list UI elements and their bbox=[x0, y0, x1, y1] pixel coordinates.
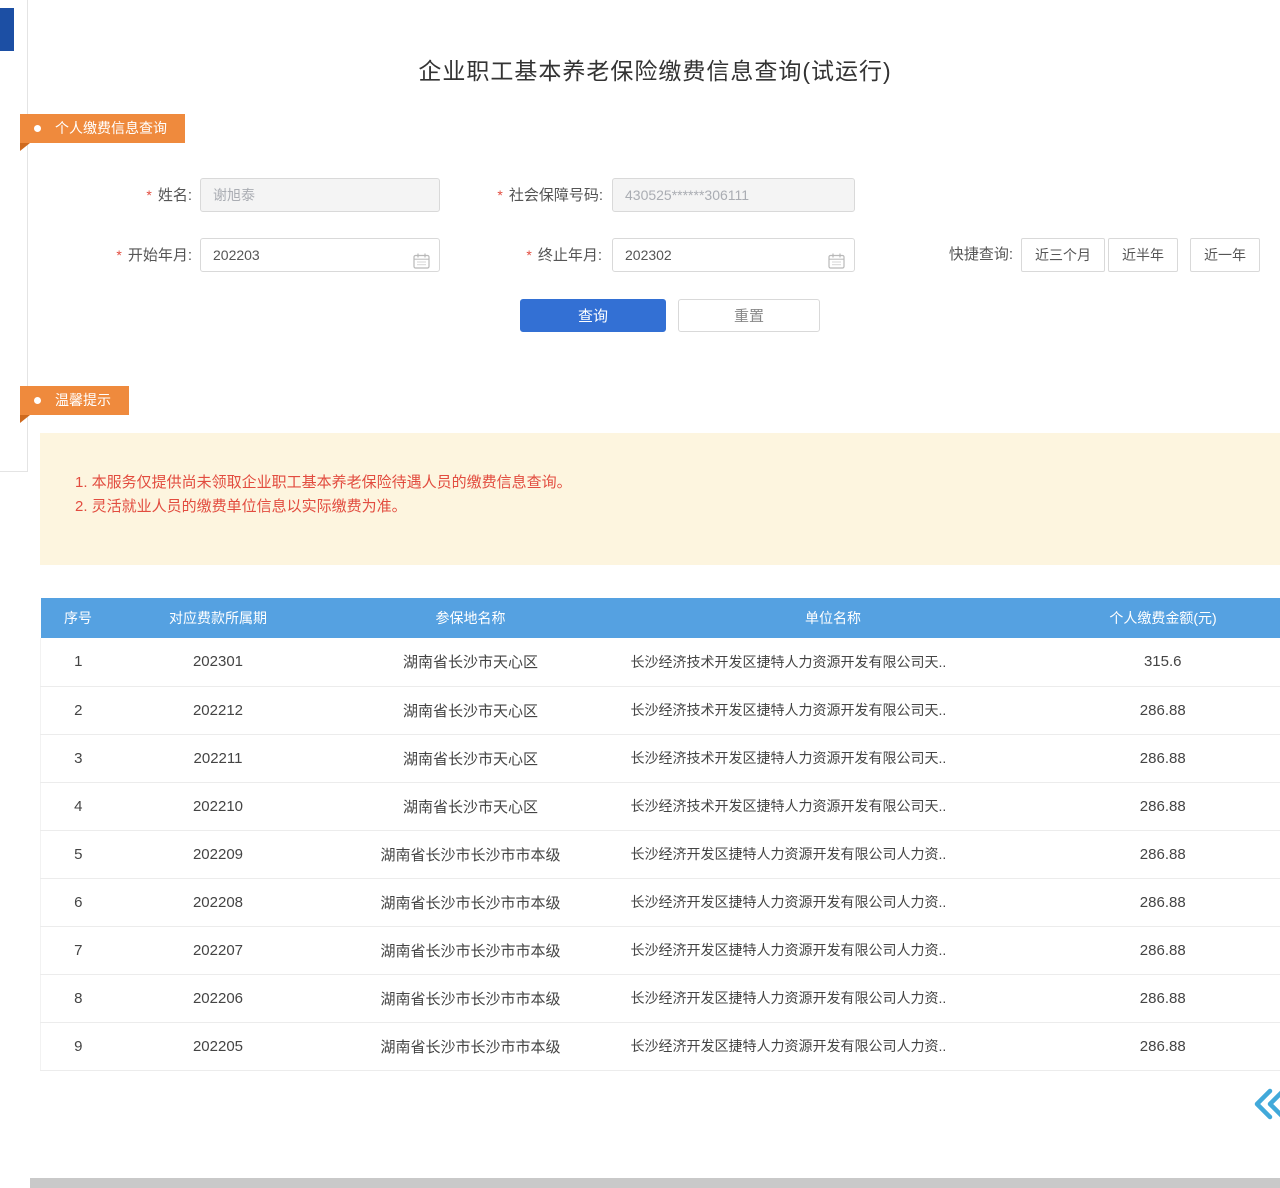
tip-line-1: 1. 本服务仅提供尚未领取企业职工基本养老保险待遇人员的缴费信息查询。 bbox=[75, 471, 572, 495]
horizontal-scrollbar[interactable] bbox=[30, 1178, 1280, 1188]
section-badge-query: 个人缴费信息查询 bbox=[20, 114, 185, 143]
table-cell: 长沙经济开发区捷特人力资源开发有限公司人力资.. bbox=[621, 926, 1046, 974]
calendar-icon[interactable] bbox=[828, 248, 845, 280]
table-cell: 202207 bbox=[116, 926, 321, 974]
corner-tab bbox=[0, 8, 14, 51]
col-seq: 序号 bbox=[41, 598, 116, 638]
col-employer: 单位名称 bbox=[621, 598, 1046, 638]
col-amount: 个人缴费金额(元) bbox=[1046, 598, 1280, 638]
quick-option-3months[interactable]: 近三个月 bbox=[1021, 238, 1105, 272]
quick-option-1year[interactable]: 近一年 bbox=[1190, 238, 1260, 272]
table-row: 4202210湖南省长沙市天心区长沙经济技术开发区捷特人力资源开发有限公司天..… bbox=[41, 782, 1280, 830]
tip-line-2: 2. 灵活就业人员的缴费单位信息以实际缴费为准。 bbox=[75, 495, 572, 519]
start-month-field[interactable]: 202203 bbox=[200, 238, 440, 272]
table-row: 3202211湖南省长沙市天心区长沙经济技术开发区捷特人力资源开发有限公司天..… bbox=[41, 734, 1280, 782]
table-cell: 湖南省长沙市天心区 bbox=[321, 782, 621, 830]
table-cell: 286.88 bbox=[1046, 686, 1280, 734]
table-cell: 长沙经济开发区捷特人力资源开发有限公司人力资.. bbox=[621, 830, 1046, 878]
section-badge-tips: 温馨提示 bbox=[20, 386, 129, 415]
table-row: 2202212湖南省长沙市天心区长沙经济技术开发区捷特人力资源开发有限公司天..… bbox=[41, 686, 1280, 734]
col-period: 对应费款所属期 bbox=[116, 598, 321, 638]
table-cell: 湖南省长沙市天心区 bbox=[321, 734, 621, 782]
table-cell: 315.6 bbox=[1046, 638, 1280, 686]
table-cell: 286.88 bbox=[1046, 782, 1280, 830]
table-cell: 长沙经济技术开发区捷特人力资源开发有限公司天.. bbox=[621, 686, 1046, 734]
table-cell: 286.88 bbox=[1046, 974, 1280, 1022]
table-cell: 长沙经济技术开发区捷特人力资源开发有限公司天.. bbox=[621, 782, 1046, 830]
payment-table: 序号 对应费款所属期 参保地名称 单位名称 个人缴费金额(元) 1202301湖… bbox=[40, 598, 1280, 1071]
table-cell: 8 bbox=[41, 974, 116, 1022]
table-cell: 长沙经济开发区捷特人力资源开发有限公司人力资.. bbox=[621, 878, 1046, 926]
table-cell: 2 bbox=[41, 686, 116, 734]
table-cell: 长沙经济开发区捷特人力资源开发有限公司人力资.. bbox=[621, 1022, 1046, 1070]
table-cell: 286.88 bbox=[1046, 878, 1280, 926]
table-cell: 湖南省长沙市天心区 bbox=[321, 686, 621, 734]
table-cell: 长沙经济开发区捷特人力资源开发有限公司人力资.. bbox=[621, 974, 1046, 1022]
table-row: 6202208湖南省长沙市长沙市市本级长沙经济开发区捷特人力资源开发有限公司人力… bbox=[41, 878, 1280, 926]
table-cell: 286.88 bbox=[1046, 926, 1280, 974]
table-cell: 湖南省长沙市长沙市市本级 bbox=[321, 878, 621, 926]
table-cell: 202212 bbox=[116, 686, 321, 734]
table-cell: 湖南省长沙市长沙市市本级 bbox=[321, 926, 621, 974]
reset-button[interactable]: 重置 bbox=[678, 299, 820, 332]
table-row: 9202205湖南省长沙市长沙市市本级长沙经济开发区捷特人力资源开发有限公司人力… bbox=[41, 1022, 1280, 1070]
required-mark: * bbox=[526, 247, 531, 263]
table-cell: 7 bbox=[41, 926, 116, 974]
section-badge-query-label: 个人缴费信息查询 bbox=[55, 114, 167, 143]
section-badge-tips-label: 温馨提示 bbox=[55, 386, 111, 415]
table-cell: 3 bbox=[41, 734, 116, 782]
name-label: *姓名: bbox=[100, 178, 192, 212]
end-month-label: *终止年月: bbox=[490, 238, 602, 272]
quick-option-halfyear[interactable]: 近半年 bbox=[1108, 238, 1178, 272]
table-row: 5202209湖南省长沙市长沙市市本级长沙经济开发区捷特人力资源开发有限公司人力… bbox=[41, 830, 1280, 878]
table-cell: 202209 bbox=[116, 830, 321, 878]
table-cell: 长沙经济技术开发区捷特人力资源开发有限公司天.. bbox=[621, 638, 1046, 686]
query-button[interactable]: 查询 bbox=[520, 299, 666, 332]
table-cell: 湖南省长沙市长沙市市本级 bbox=[321, 830, 621, 878]
tips-notice-box: 1. 本服务仅提供尚未领取企业职工基本养老保险待遇人员的缴费信息查询。 2. 灵… bbox=[40, 433, 1280, 565]
table-cell: 202210 bbox=[116, 782, 321, 830]
col-insured-place: 参保地名称 bbox=[321, 598, 621, 638]
table-cell: 286.88 bbox=[1046, 1022, 1280, 1070]
table-cell: 湖南省长沙市长沙市市本级 bbox=[321, 1022, 621, 1070]
table-cell: 202211 bbox=[116, 734, 321, 782]
table-cell: 286.88 bbox=[1046, 830, 1280, 878]
required-mark: * bbox=[116, 247, 121, 263]
table-cell: 长沙经济技术开发区捷特人力资源开发有限公司天.. bbox=[621, 734, 1046, 782]
end-month-field[interactable]: 202302 bbox=[612, 238, 855, 272]
ssn-label: *社会保障号码: bbox=[455, 178, 603, 212]
table-cell: 6 bbox=[41, 878, 116, 926]
required-mark: * bbox=[497, 187, 502, 203]
table-cell: 202205 bbox=[116, 1022, 321, 1070]
bullet-dot-icon bbox=[34, 125, 41, 132]
double-chevron-left-icon[interactable] bbox=[1246, 1082, 1280, 1126]
start-month-label: *开始年月: bbox=[75, 238, 192, 272]
required-mark: * bbox=[146, 187, 151, 203]
payment-table-header: 序号 对应费款所属期 参保地名称 单位名称 个人缴费金额(元) bbox=[41, 598, 1280, 638]
bullet-dot-icon bbox=[34, 397, 41, 404]
table-cell: 9 bbox=[41, 1022, 116, 1070]
quick-query-label: 快捷查询: bbox=[928, 238, 1013, 272]
table-row: 8202206湖南省长沙市长沙市市本级长沙经济开发区捷特人力资源开发有限公司人力… bbox=[41, 974, 1280, 1022]
name-field: 谢旭泰 bbox=[200, 178, 440, 212]
table-cell: 4 bbox=[41, 782, 116, 830]
table-cell: 202206 bbox=[116, 974, 321, 1022]
table-cell: 湖南省长沙市长沙市市本级 bbox=[321, 974, 621, 1022]
table-row: 1202301湖南省长沙市天心区长沙经济技术开发区捷特人力资源开发有限公司天..… bbox=[41, 638, 1280, 686]
table-cell: 湖南省长沙市天心区 bbox=[321, 638, 621, 686]
table-row: 7202207湖南省长沙市长沙市市本级长沙经济开发区捷特人力资源开发有限公司人力… bbox=[41, 926, 1280, 974]
ssn-field: 430525******306111 bbox=[612, 178, 855, 212]
page-title: 企业职工基本养老保险缴费信息查询(试运行) bbox=[30, 52, 1280, 86]
table-cell: 286.88 bbox=[1046, 734, 1280, 782]
table-cell: 202301 bbox=[116, 638, 321, 686]
table-cell: 1 bbox=[41, 638, 116, 686]
table-cell: 202208 bbox=[116, 878, 321, 926]
table-body: 1202301湖南省长沙市天心区长沙经济技术开发区捷特人力资源开发有限公司天..… bbox=[41, 638, 1280, 1070]
table-cell: 5 bbox=[41, 830, 116, 878]
calendar-icon[interactable] bbox=[413, 248, 430, 280]
